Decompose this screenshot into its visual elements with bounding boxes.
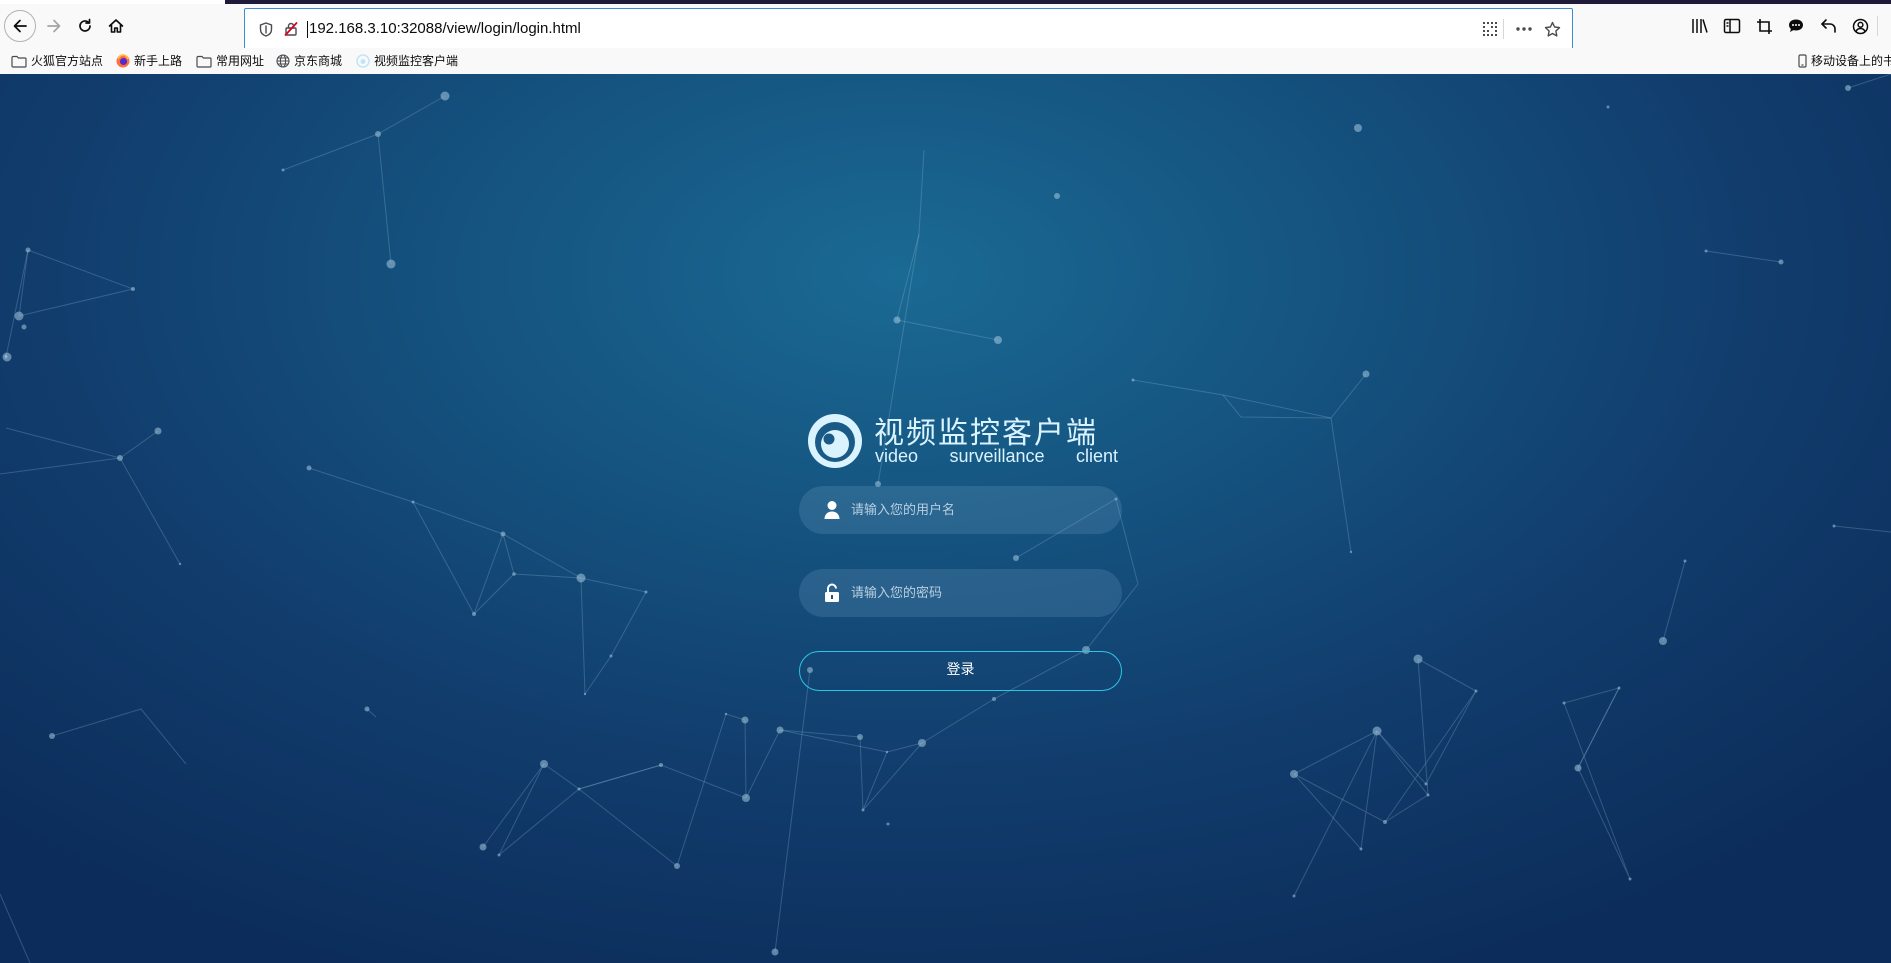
crop-icon[interactable] [1754, 16, 1774, 36]
globe-icon [276, 54, 290, 68]
bookmarks-toolbar: 火狐官方站点 新手上路 常用网址 京东商城 视频监控客户端 移动设备上的书 [0, 48, 1891, 75]
user-icon [824, 501, 840, 519]
subtitle-word: surveillance [949, 446, 1045, 466]
qr-code-icon[interactable] [1481, 20, 1499, 38]
reload-button[interactable] [69, 10, 101, 42]
forward-button[interactable] [38, 10, 70, 42]
username-field[interactable] [799, 486, 1122, 534]
sidebar-icon[interactable] [1722, 16, 1742, 36]
bookmark-label: 火狐官方站点 [31, 54, 104, 68]
mobile-bookmarks-label: 移动设备上的书 [1811, 54, 1891, 68]
bookmark-item[interactable]: 视频监控客户端 [356, 48, 458, 74]
library-icon[interactable] [1690, 16, 1710, 36]
bookmark-label: 视频监控客户端 [374, 54, 459, 68]
login-page: 视频监控客户端 video surveillance client 登录 [0, 74, 1891, 963]
text-cursor [307, 21, 308, 38]
bookmark-item[interactable]: 新手上路 [116, 48, 182, 74]
subtitle-word: video [875, 446, 919, 466]
url-bar[interactable]: 192.168.3.10:32088/view/login/login.html [244, 8, 1573, 50]
subtitle-word: client [1075, 446, 1118, 466]
username-input[interactable] [851, 486, 1101, 534]
bookmark-label: 京东商城 [294, 54, 343, 68]
lock-slash-icon[interactable] [282, 20, 300, 38]
mobile-icon [1798, 54, 1807, 68]
bookmark-label: 常用网址 [216, 54, 265, 68]
home-icon [108, 19, 124, 33]
back-button[interactable] [4, 10, 36, 42]
bookmark-item[interactable]: 火狐官方站点 [11, 48, 103, 74]
reload-icon [79, 18, 91, 32]
app-subtitle: video surveillance client [875, 446, 1118, 467]
mobile-bookmarks[interactable]: 移动设备上的书 [1798, 48, 1891, 74]
login-button[interactable]: 登录 [799, 651, 1122, 691]
chat-icon[interactable] [1786, 16, 1806, 36]
bookmark-label: 新手上路 [134, 54, 183, 68]
bookmark-item[interactable]: 常用网址 [196, 48, 264, 74]
bookmark-item[interactable]: 京东商城 [276, 48, 342, 74]
password-input[interactable] [851, 569, 1101, 617]
lock-open-icon [825, 583, 839, 602]
password-field[interactable] [799, 569, 1122, 617]
shield-icon[interactable] [257, 20, 275, 38]
url-text[interactable]: 192.168.3.10:32088/view/login/login.html [309, 9, 581, 49]
eye-logo-icon [356, 54, 370, 68]
camera-eye-icon [808, 414, 862, 468]
arrow-left-icon [13, 19, 27, 33]
app-logo: 视频监控客户端 video surveillance client [806, 410, 1118, 472]
folder-icon [196, 55, 212, 68]
star-icon[interactable] [1543, 20, 1561, 38]
undo-icon[interactable] [1818, 16, 1838, 36]
folder-icon [11, 55, 27, 68]
account-icon[interactable] [1850, 16, 1870, 36]
home-button[interactable] [100, 10, 132, 42]
ellipsis-icon[interactable] [1515, 20, 1533, 38]
firefox-icon [116, 54, 130, 68]
arrow-right-icon [47, 19, 61, 33]
browser-toolbar: 192.168.3.10:32088/view/login/login.html [0, 4, 1891, 50]
